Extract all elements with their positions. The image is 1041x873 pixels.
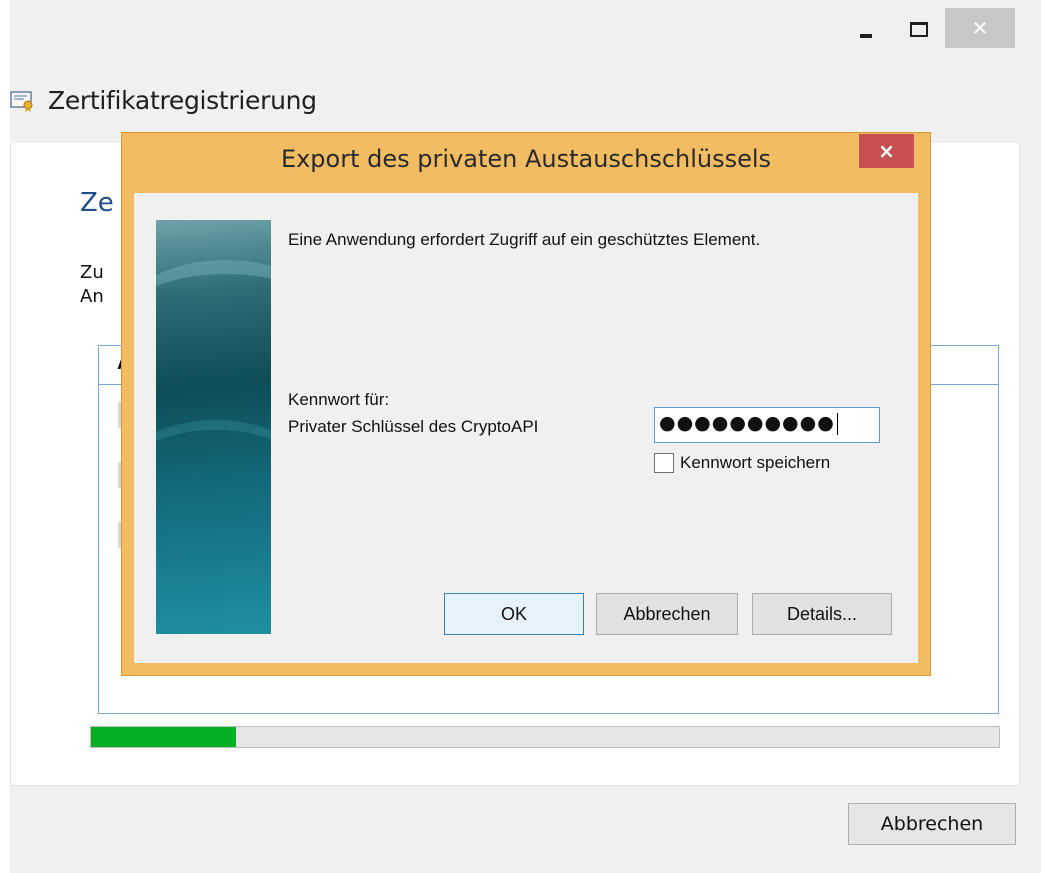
- dialog-body: Eine Anwendung erfordert Zugriff auf ein…: [134, 193, 918, 663]
- close-icon: ×: [878, 139, 895, 163]
- wizard-cancel-button[interactable]: Abbrechen: [848, 803, 1016, 845]
- minimize-icon: [860, 34, 872, 38]
- text-caret: [836, 412, 838, 435]
- minimize-button[interactable]: [843, 8, 889, 50]
- maximize-icon: [910, 21, 928, 37]
- wizard-text-line: An: [80, 286, 104, 307]
- save-password-label[interactable]: Kennwort speichern: [680, 453, 830, 473]
- ok-button[interactable]: OK: [444, 593, 584, 635]
- progress-bar-fill: [91, 727, 237, 747]
- password-field[interactable]: ●●●●●●●●●●: [654, 407, 880, 443]
- wizard-heading: Ze: [80, 188, 114, 218]
- dialog-title: Export des privaten Austauschschlüssels: [280, 145, 772, 173]
- key-name-label: Privater Schlüssel des CryptoAPI: [288, 417, 539, 436]
- cancel-button[interactable]: Abbrechen: [596, 593, 738, 635]
- close-icon: ✕: [971, 16, 989, 40]
- dialog-message: Eine Anwendung erfordert Zugriff auf ein…: [288, 230, 761, 249]
- export-private-key-dialog: Export des privaten Austauschschlüssels …: [121, 132, 931, 676]
- save-password-checkbox[interactable]: [654, 453, 674, 473]
- wizard-title: Zertifikatregistrierung: [48, 86, 317, 115]
- wizard-text-line: Zu: [80, 262, 104, 283]
- password-for-label: Kennwort für:: [288, 390, 390, 409]
- dialog-close-button[interactable]: ×: [859, 134, 914, 168]
- window-close-button[interactable]: ✕: [945, 8, 1015, 48]
- progress-bar: [90, 726, 1000, 748]
- password-value: ●●●●●●●●●●: [659, 412, 835, 434]
- save-password-row[interactable]: Kennwort speichern: [654, 453, 830, 473]
- certificate-icon: [10, 91, 33, 112]
- details-button[interactable]: Details...: [752, 593, 892, 635]
- security-banner-image: [156, 220, 271, 634]
- maximize-button[interactable]: [896, 8, 942, 50]
